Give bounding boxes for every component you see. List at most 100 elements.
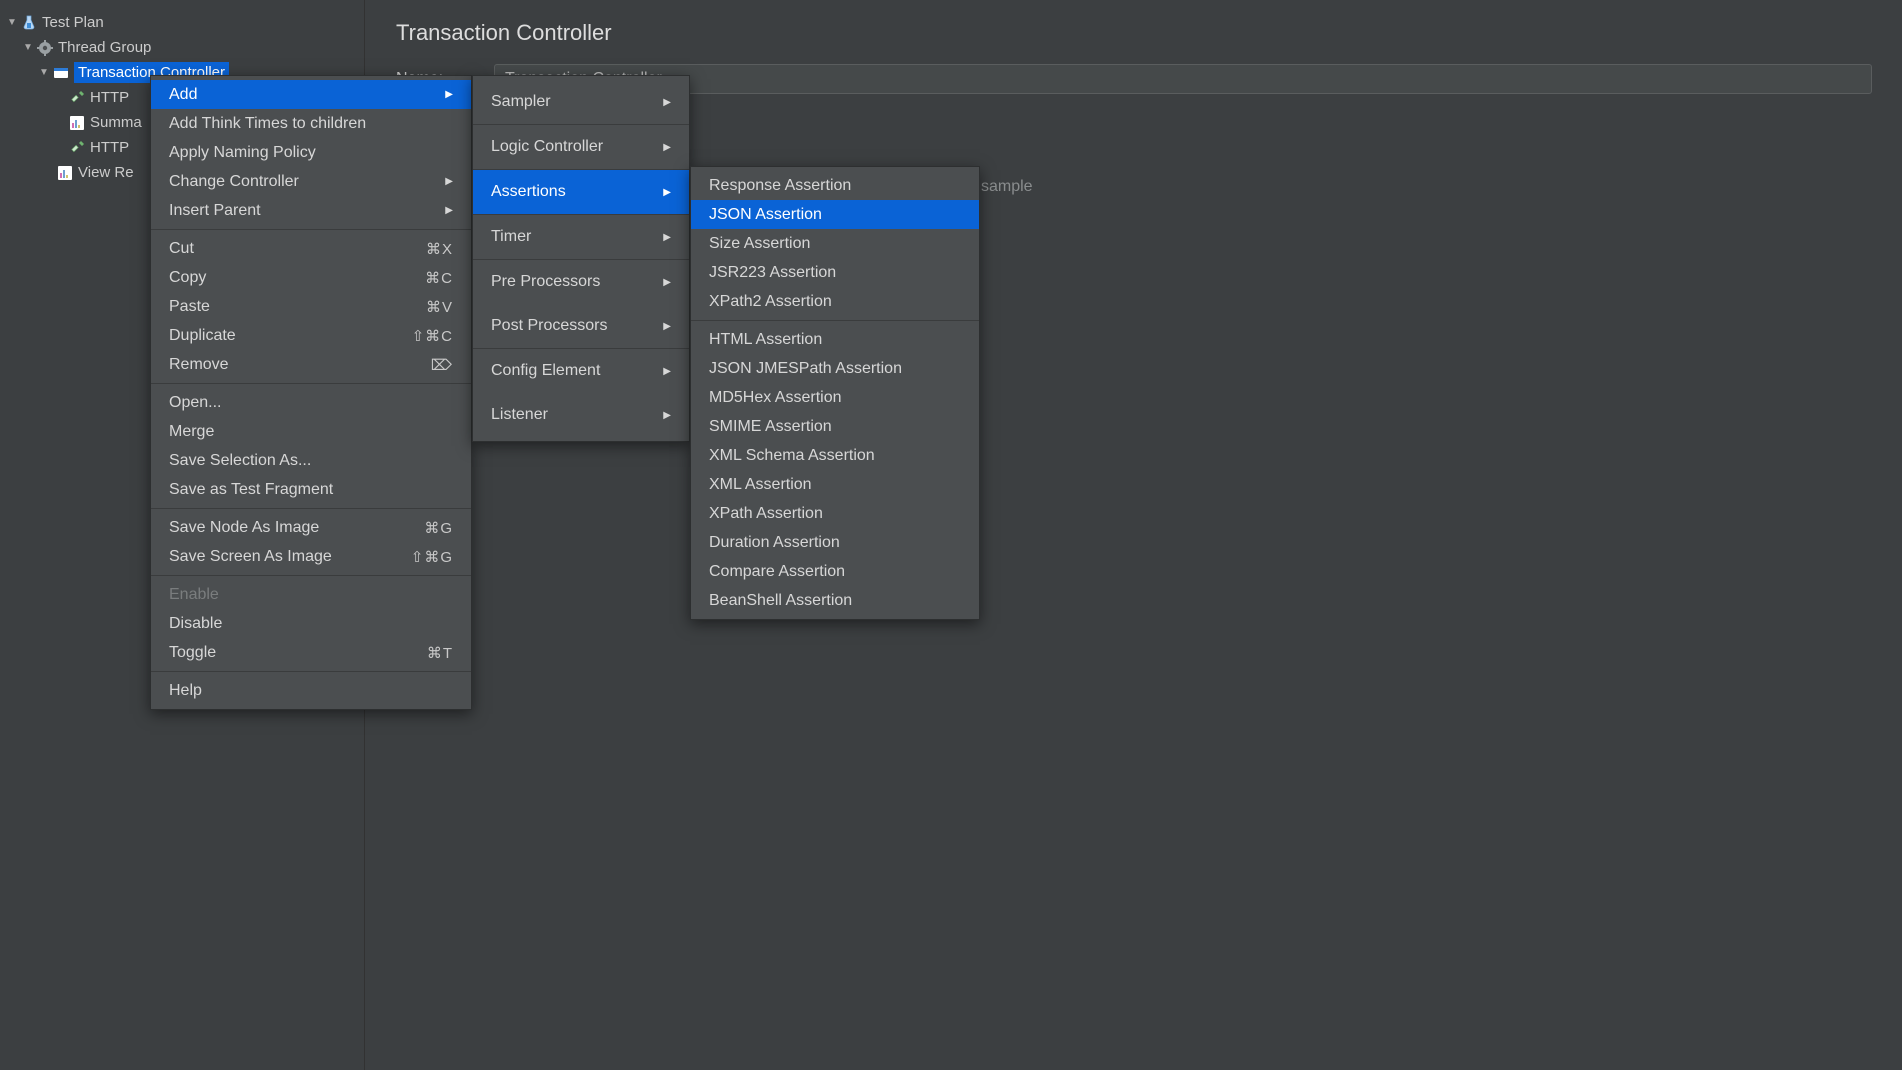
- menu-label: MD5Hex Assertion: [709, 389, 842, 407]
- tree-item-thread-group[interactable]: ▼ Thread Group: [0, 35, 364, 60]
- assert-size[interactable]: Size Assertion: [691, 229, 979, 258]
- menu-label: Pre Processors: [491, 273, 600, 291]
- menu-toggle[interactable]: Toggle ⌘T: [151, 638, 471, 667]
- menu-remove[interactable]: Remove⌦: [151, 350, 471, 379]
- menu-open[interactable]: Open...: [151, 388, 471, 417]
- menu-save-selection-as[interactable]: Save Selection As...: [151, 446, 471, 475]
- menu-label: Save Screen As Image: [169, 548, 332, 566]
- menu-label: Response Assertion: [709, 177, 851, 195]
- obscured-sample-text: sample: [981, 178, 1033, 196]
- menu-label: Sampler: [491, 93, 551, 111]
- assert-html[interactable]: HTML Assertion: [691, 325, 979, 354]
- assert-xml-schema[interactable]: XML Schema Assertion: [691, 441, 979, 470]
- assert-beanshell[interactable]: BeanShell Assertion: [691, 586, 979, 615]
- chevron-right-icon: ▶: [445, 89, 453, 100]
- menu-merge[interactable]: Merge: [151, 417, 471, 446]
- submenu-pre-processors[interactable]: Pre Processors▶: [473, 260, 689, 304]
- menu-label: XPath2 Assertion: [709, 293, 832, 311]
- menu-change-controller[interactable]: Change Controller ▶: [151, 167, 471, 196]
- menu-label: Config Element: [491, 362, 600, 380]
- menu-label: Save as Test Fragment: [169, 481, 333, 499]
- menu-help[interactable]: Help: [151, 676, 471, 705]
- assert-xpath2[interactable]: XPath2 Assertion: [691, 287, 979, 316]
- menu-copy[interactable]: Copy⌘C: [151, 263, 471, 292]
- menu-add-think-times[interactable]: Add Think Times to children: [151, 109, 471, 138]
- tree-item-test-plan[interactable]: ▼ Test Plan: [0, 10, 364, 35]
- menu-label: Toggle: [169, 644, 216, 662]
- shortcut: ⇧⌘C: [412, 327, 453, 345]
- tree-label: Thread Group: [58, 39, 151, 56]
- menu-label: Duration Assertion: [709, 534, 840, 552]
- expand-icon[interactable]: ▼: [6, 17, 18, 28]
- assert-duration[interactable]: Duration Assertion: [691, 528, 979, 557]
- name-input[interactable]: [494, 64, 1872, 94]
- chevron-right-icon: ▶: [663, 142, 671, 153]
- submenu-assertions: Response Assertion JSON Assertion Size A…: [690, 166, 980, 620]
- submenu-sampler[interactable]: Sampler ▶: [473, 80, 689, 124]
- submenu-logic-controller[interactable]: Logic Controller▶: [473, 125, 689, 169]
- assert-xpath[interactable]: XPath Assertion: [691, 499, 979, 528]
- menu-paste[interactable]: Paste ⌘V: [151, 292, 471, 321]
- submenu-timer[interactable]: Timer▶: [473, 215, 689, 259]
- menu-insert-parent[interactable]: Insert Parent▶: [151, 196, 471, 225]
- chevron-right-icon: ▶: [663, 97, 671, 108]
- menu-apply-naming-policy[interactable]: Apply Naming Policy: [151, 138, 471, 167]
- menu-label: Enable: [169, 586, 219, 604]
- assert-md5hex[interactable]: MD5Hex Assertion: [691, 383, 979, 412]
- menu-separator: [151, 383, 471, 384]
- submenu-assertions[interactable]: Assertions▶: [473, 170, 689, 214]
- menu-label: Compare Assertion: [709, 563, 845, 581]
- assert-compare[interactable]: Compare Assertion: [691, 557, 979, 586]
- menu-label: JSR223 Assertion: [709, 264, 836, 282]
- menu-label: Merge: [169, 423, 214, 441]
- assert-xml[interactable]: XML Assertion: [691, 470, 979, 499]
- menu-save-node-as-image[interactable]: Save Node As Image⌘G: [151, 513, 471, 542]
- shortcut: ⌘T: [427, 644, 453, 662]
- expand-icon[interactable]: ▼: [22, 42, 34, 53]
- menu-cut[interactable]: Cut⌘X: [151, 234, 471, 263]
- submenu-post-processors[interactable]: Post Processors▶: [473, 304, 689, 348]
- expand-icon[interactable]: ▼: [38, 67, 50, 78]
- menu-save-screen-as-image[interactable]: Save Screen As Image⇧⌘G: [151, 542, 471, 571]
- shortcut: ⌘G: [424, 519, 453, 537]
- tree-label: Summa: [90, 114, 142, 131]
- controller-icon: [52, 64, 70, 82]
- submenu-config-element[interactable]: Config Element▶: [473, 349, 689, 393]
- chevron-right-icon: ▶: [663, 410, 671, 421]
- chevron-right-icon: ▶: [445, 176, 453, 187]
- menu-label: XML Schema Assertion: [709, 447, 875, 465]
- assert-json-jmespath[interactable]: JSON JMESPath Assertion: [691, 354, 979, 383]
- menu-label: Paste: [169, 298, 210, 316]
- submenu-listener[interactable]: Listener ▶: [473, 393, 689, 437]
- assert-json[interactable]: JSON Assertion: [691, 200, 979, 229]
- menu-label: JSON JMESPath Assertion: [709, 360, 902, 378]
- assert-response[interactable]: Response Assertion: [691, 171, 979, 200]
- assert-jsr223[interactable]: JSR223 Assertion: [691, 258, 979, 287]
- menu-duplicate[interactable]: Duplicate⇧⌘C: [151, 321, 471, 350]
- menu-label: SMIME Assertion: [709, 418, 832, 436]
- menu-label: Size Assertion: [709, 235, 810, 253]
- shortcut: ⌘C: [425, 269, 453, 287]
- menu-label: Assertions: [491, 183, 566, 201]
- tree-label: View Re: [78, 164, 134, 181]
- chart-icon: [56, 164, 74, 182]
- flask-icon: [20, 14, 38, 32]
- menu-save-as-test-fragment[interactable]: Save as Test Fragment: [151, 475, 471, 504]
- menu-label: JSON Assertion: [709, 206, 822, 224]
- menu-add[interactable]: Add▶: [151, 80, 471, 109]
- menu-label: XPath Assertion: [709, 505, 823, 523]
- assert-smime[interactable]: SMIME Assertion: [691, 412, 979, 441]
- chevron-right-icon: ▶: [663, 321, 671, 332]
- gear-icon: [36, 39, 54, 57]
- menu-disable[interactable]: Disable: [151, 609, 471, 638]
- menu-label: Open...: [169, 394, 221, 412]
- menu-label: Listener: [491, 406, 548, 424]
- menu-separator: [151, 671, 471, 672]
- menu-label: Change Controller: [169, 173, 299, 191]
- shortcut: ⌘V: [426, 298, 453, 316]
- menu-label: Save Selection As...: [169, 452, 311, 470]
- dropper-icon: [68, 139, 86, 157]
- tree-label: Test Plan: [42, 14, 104, 31]
- menu-label: Disable: [169, 615, 222, 633]
- submenu-add: Sampler▶ Logic Controller▶ Assertions▶ T…: [472, 75, 690, 442]
